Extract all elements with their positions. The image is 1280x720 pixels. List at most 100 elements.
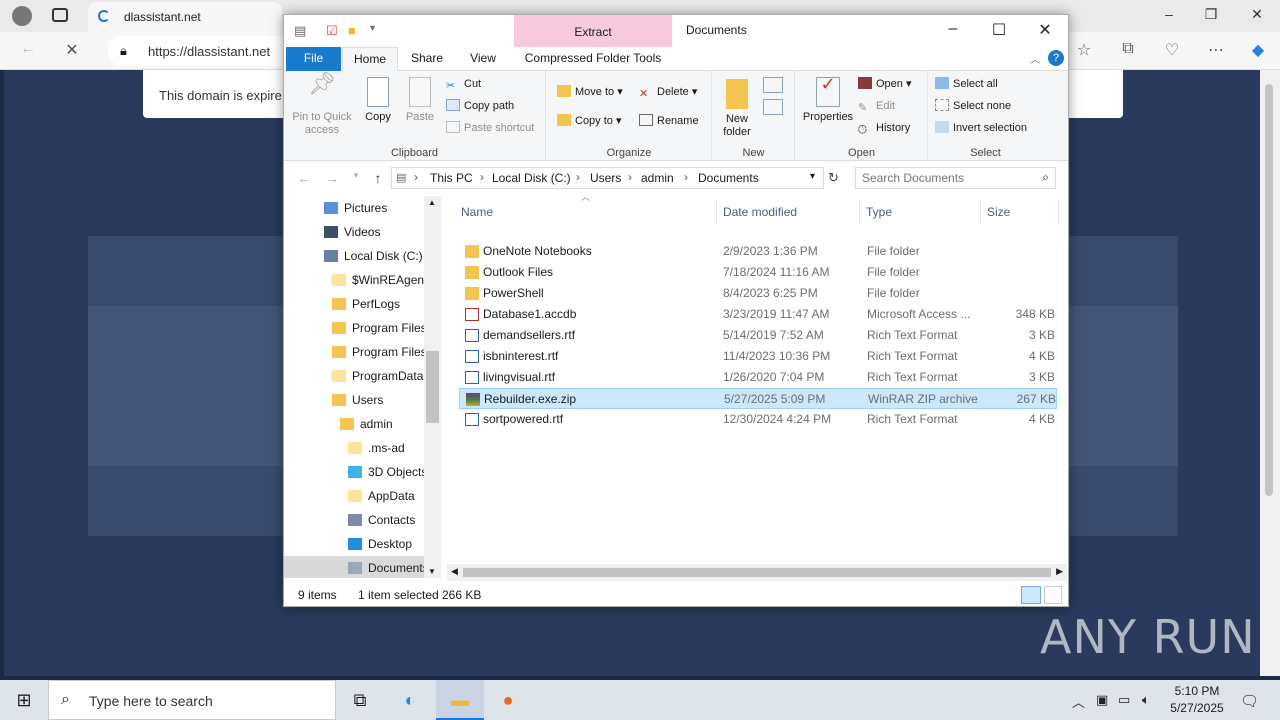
nav-scroll-thumb[interactable]: [426, 351, 439, 423]
scroll-up-icon[interactable]: ▲: [428, 198, 436, 207]
tab-compressed-folder-tools[interactable]: Compressed Folder Tools: [516, 47, 670, 71]
extensions-icon[interactable]: ♡: [1160, 40, 1184, 60]
details-view-icon[interactable]: [1021, 586, 1041, 604]
column-size[interactable]: Size: [981, 199, 1059, 225]
move-to-button[interactable]: Move to ▾: [557, 82, 623, 102]
clock[interactable]: 5:10 PM 5/27/2025: [1162, 683, 1232, 717]
edge-icon[interactable]: ◐: [386, 680, 434, 720]
collections-icon[interactable]: ⧉: [1116, 40, 1140, 58]
nav-item[interactable]: AppData: [284, 484, 424, 508]
easy-access-icon[interactable]: [763, 99, 783, 115]
open-button[interactable]: Open ▾: [858, 74, 912, 94]
windows-start-icon[interactable]: ⊞: [0, 680, 48, 720]
page-scroll-thumb[interactable]: [1265, 84, 1273, 496]
select-all-button[interactable]: Select all: [935, 74, 998, 94]
tab-home[interactable]: Home: [342, 47, 398, 72]
firefox-icon[interactable]: ●: [484, 680, 532, 720]
show-hidden-icons-icon[interactable]: ︿: [1072, 692, 1085, 711]
search-box[interactable]: ⌕: [855, 167, 1056, 189]
scroll-left-icon[interactable]: ◀: [451, 566, 458, 577]
new-item-icon[interactable]: [763, 77, 783, 93]
file-row[interactable]: isbninterest.rtf 11/4/2023 10:36 PM Rich T…: [459, 346, 1057, 367]
crumb-documents[interactable]: Documents: [698, 171, 759, 185]
copy-to-button[interactable]: Copy to ▾: [557, 111, 622, 131]
invert-selection-button[interactable]: Invert selection: [935, 118, 1027, 138]
crumb-admin[interactable]: admin: [641, 171, 674, 185]
crumb-local-disk[interactable]: Local Disk (C:): [492, 171, 571, 185]
tab-share[interactable]: Share: [404, 47, 450, 71]
notifications-icon[interactable]: 🗨︎: [1240, 692, 1259, 710]
crumb-users[interactable]: Users: [590, 171, 621, 185]
close-icon[interactable]: ✕: [1245, 6, 1269, 23]
forward-icon[interactable]: →: [322, 170, 342, 186]
back-icon[interactable]: ←: [16, 40, 40, 58]
nav-item[interactable]: Videos: [284, 220, 424, 244]
refresh-icon[interactable]: ↻: [828, 170, 839, 186]
page-scrollbar[interactable]: [1260, 70, 1280, 676]
file-row[interactable]: PowerShell 8/4/2023 6:25 PM File folder: [459, 283, 1057, 304]
profile-icon[interactable]: [12, 6, 32, 26]
more-icon[interactable]: ⋯: [1204, 40, 1228, 60]
minimize-icon[interactable]: –: [1157, 6, 1181, 22]
tab-view[interactable]: View: [460, 47, 506, 71]
collapse-ribbon-icon[interactable]: ︿: [1030, 51, 1040, 66]
cut-button[interactable]: ✂ Cut: [446, 74, 481, 94]
column-type[interactable]: Type: [860, 199, 981, 225]
nav-item[interactable]: Program Files: [284, 316, 427, 340]
restore-icon[interactable]: ❐: [1199, 6, 1223, 23]
file-row[interactable]: Outlook Files 7/18/2024 11:16 AM File fold…: [459, 262, 1057, 283]
horizontal-scrollbar[interactable]: ◀ ▶: [447, 564, 1067, 581]
minimize-icon[interactable]: –: [930, 20, 976, 38]
task-view-icon[interactable]: ⧉: [336, 680, 384, 720]
nav-item[interactable]: Local Disk (C:): [284, 244, 424, 268]
stop-icon[interactable]: ✕: [60, 40, 84, 60]
nav-item[interactable]: Program Files: [284, 340, 427, 364]
properties-button[interactable]: ✓ Properties: [800, 75, 856, 124]
favorites-icon[interactable]: ☆: [1072, 40, 1096, 60]
crumb-this-pc[interactable]: This PC: [430, 171, 473, 185]
column-date-modified[interactable]: Date modified: [717, 199, 860, 225]
taskbar-search[interactable]: ⌕ Type here to search: [48, 680, 336, 720]
h-scroll-thumb[interactable]: [463, 568, 1051, 577]
network-icon[interactable]: ▭: [1118, 692, 1130, 708]
browser-tab[interactable]: dlassistant.net: [88, 2, 282, 32]
properties-quick-icon[interactable]: ▤: [294, 23, 306, 39]
file-row[interactable]: Database1.accdb 3/23/2019 11:47 AM Microso…: [459, 304, 1057, 325]
address-dropdown-icon[interactable]: ▾: [810, 171, 815, 182]
edit-button[interactable]: ✎ Edit: [858, 96, 895, 116]
file-row[interactable]: demandsellers.rtf 5/14/2019 7:52 AM Rich T…: [459, 325, 1057, 346]
file-row[interactable]: sortpowered.rtf 12/30/2024 4:24 PM Rich Te…: [459, 409, 1057, 430]
help-icon[interactable]: ?: [1048, 50, 1064, 66]
recent-locations-icon[interactable]: ▾: [346, 170, 366, 181]
nav-item[interactable]: ProgramData: [284, 364, 424, 388]
history-button[interactable]: 🕒︎ History: [858, 118, 910, 138]
paste-button[interactable]: Paste: [402, 77, 438, 124]
tab-actions-icon[interactable]: [52, 8, 68, 22]
file-row[interactable]: Rebuilder.exe.zip 5/27/2025 5:09 PM WinRAR…: [459, 388, 1057, 409]
quick-access-dropdown-icon[interactable]: ▾: [370, 23, 375, 34]
rename-button[interactable]: Rename: [639, 111, 699, 131]
nav-item[interactable]: Documents: [284, 556, 429, 578]
new-folder-button[interactable]: New folder: [717, 77, 757, 139]
nav-item[interactable]: Contacts: [284, 508, 424, 532]
nav-item[interactable]: Pictures: [284, 196, 424, 220]
up-icon[interactable]: ↑: [368, 170, 388, 186]
file-explorer-icon[interactable]: ▬: [436, 680, 484, 720]
select-none-button[interactable]: Select none: [935, 96, 1011, 116]
search-input[interactable]: [862, 171, 1032, 185]
file-row[interactable]: livingvisual.rtf 1/26/2020 7:04 PM Rich Te…: [459, 367, 1057, 388]
scroll-down-icon[interactable]: ▼: [428, 567, 436, 576]
delete-button[interactable]: ✕ Delete ▾: [639, 82, 697, 102]
address-bar[interactable]: 🔒︎ https://dlassistant.net: [108, 36, 308, 66]
nav-item[interactable]: 3D Objects: [284, 460, 427, 484]
new-folder-quick-icon[interactable]: ■: [348, 23, 356, 38]
column-name[interactable]: Name: [455, 199, 717, 225]
copilot-icon[interactable]: ◆: [1246, 40, 1270, 60]
copy-button[interactable]: Copy: [360, 77, 396, 124]
large-icons-view-icon[interactable]: [1044, 586, 1062, 604]
copy-path-button[interactable]: Copy path: [446, 96, 514, 116]
paste-shortcut-button[interactable]: Paste shortcut: [446, 118, 534, 138]
tab-file[interactable]: File: [286, 47, 341, 71]
nav-item[interactable]: Users: [284, 388, 424, 412]
address-breadcrumb[interactable]: ▤ › This PC › Local Disk (C:) › Users › …: [391, 167, 824, 189]
